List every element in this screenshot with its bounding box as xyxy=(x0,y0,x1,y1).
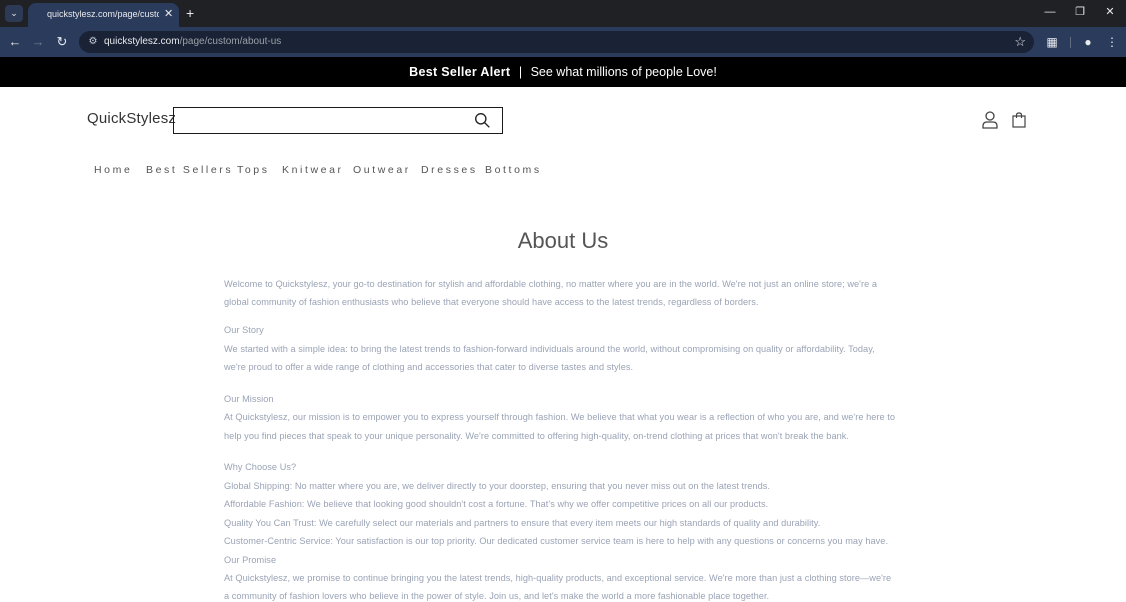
url-text[interactable]: quickstylesz.com/page/custom/about-us xyxy=(104,36,281,47)
browser-tab[interactable]: quickstylesz.com/page/custom/ ✕ xyxy=(28,3,179,27)
browser-menu-icon[interactable]: ⋮ xyxy=(1103,33,1121,51)
paragraph-line: Welcome to Quickstylesz, your go-to dest… xyxy=(224,279,878,289)
nav-item-tops[interactable]: Tops xyxy=(237,164,270,176)
nav-item-outwear[interactable]: Outwear xyxy=(353,164,411,176)
list-item: Affordable Fashion: We believe that look… xyxy=(224,499,769,509)
close-window-icon[interactable]: ✕ xyxy=(1100,5,1120,19)
list-item: Quality You Can Trust: We carefully sele… xyxy=(224,518,821,528)
paragraph-line: We started with a simple idea: to bring … xyxy=(224,344,875,354)
list-item: Global Shipping: No matter where you are… xyxy=(224,481,770,491)
paragraph-line: we're proud to offer a wide range of clo… xyxy=(224,362,634,372)
announcement-bar: Best Seller Alert | See what millions of… xyxy=(0,57,1126,87)
section-heading-our-mission: Our Mission xyxy=(224,394,274,404)
new-tab-icon[interactable]: + xyxy=(186,5,194,21)
back-icon[interactable]: ← xyxy=(6,33,24,51)
site-info-icon[interactable]: ⚙ xyxy=(86,35,100,49)
extensions-icon[interactable]: ▦ xyxy=(1043,33,1061,51)
announcement-separator: | xyxy=(518,65,523,79)
paragraph-line: global community of fashion enthusiasts … xyxy=(224,297,759,307)
toolbar-divider xyxy=(1070,37,1071,48)
reload-icon[interactable]: ↻ xyxy=(53,33,71,51)
nav-item-home[interactable]: Home xyxy=(94,164,132,176)
minimize-icon[interactable]: — xyxy=(1040,5,1060,19)
page-title: About Us xyxy=(517,228,609,253)
search-icon[interactable] xyxy=(474,112,491,129)
restore-icon[interactable]: ❐ xyxy=(1070,5,1090,19)
browser-toolbar: ← → ↻ ⚙ quickstylesz.com/page/custom/abo… xyxy=(0,27,1126,57)
search-input[interactable] xyxy=(173,107,503,134)
section-heading-our-story: Our Story xyxy=(224,325,264,335)
forward-icon[interactable]: → xyxy=(29,33,47,51)
paragraph-line: At Quickstylesz, our mission is to empow… xyxy=(224,412,896,422)
bookmark-star-icon[interactable]: ☆ xyxy=(1014,34,1026,50)
address-bar[interactable]: ⚙ quickstylesz.com/page/custom/about-us … xyxy=(79,31,1034,53)
nav-item-best-sellers[interactable]: Best Sellers xyxy=(146,164,233,176)
profile-icon[interactable]: ● xyxy=(1079,33,1097,51)
section-heading-our-promise: Our Promise xyxy=(224,555,277,565)
list-item: Customer-Centric Service: Your satisfact… xyxy=(224,536,889,546)
nav-item-bottoms[interactable]: Bottoms xyxy=(485,164,542,176)
cart-bag-icon[interactable] xyxy=(1012,112,1026,128)
nav-item-dresses[interactable]: Dresses xyxy=(421,164,478,176)
paragraph-line: help you find pieces that speak to your … xyxy=(224,431,850,441)
nav-item-knitwear[interactable]: Knitwear xyxy=(282,164,344,176)
announcement-bold: Best Seller Alert xyxy=(409,65,511,79)
paragraph-line: At Quickstylesz, we promise to continue … xyxy=(224,573,892,583)
site-logo[interactable]: QuickStylesz xyxy=(87,110,176,127)
announcement-text: See what millions of people Love! xyxy=(530,65,717,79)
tab-search-icon[interactable]: ⌄ xyxy=(5,5,23,22)
section-heading-why-choose-us: Why Choose Us? xyxy=(224,462,297,472)
paragraph-line: a community of fashion lovers who believ… xyxy=(224,591,770,601)
tab-title: quickstylesz.com/page/custom/ xyxy=(47,9,159,19)
account-icon[interactable] xyxy=(982,111,998,129)
browser-tab-bar: ⌄ quickstylesz.com/page/custom/ ✕ + — ❐ … xyxy=(0,0,1126,27)
tab-close-icon[interactable]: ✕ xyxy=(164,7,173,21)
